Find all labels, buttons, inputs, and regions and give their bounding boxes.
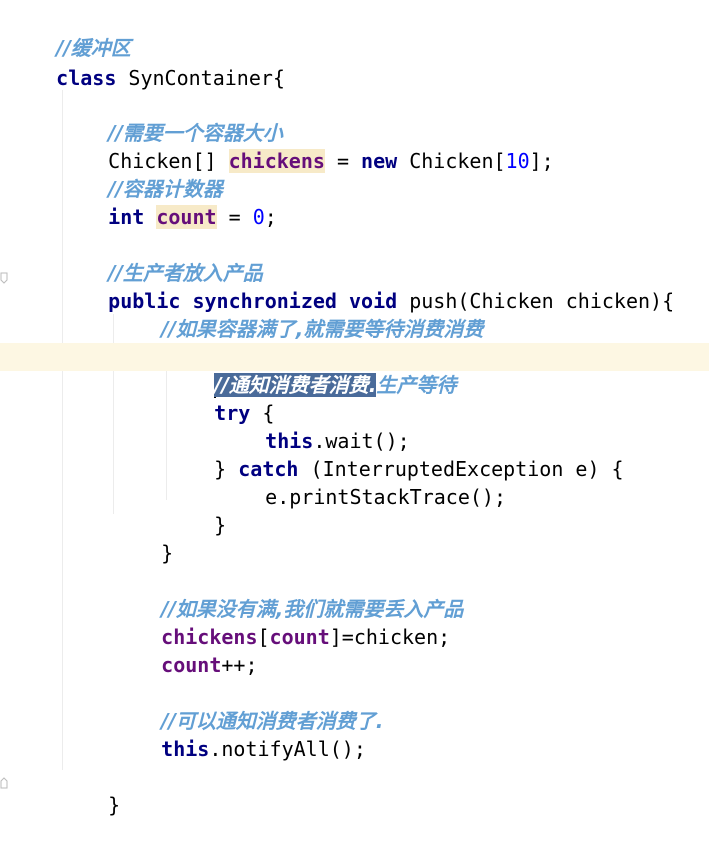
code-line[interactable]: class SynContainer{: [8, 36, 709, 90]
punctuation: ;: [264, 205, 277, 229]
current-code-line[interactable]: //通知消费者消费.生产等待: [0, 343, 709, 398]
code-line[interactable]: } catch (InterruptedException e) {: [166, 427, 709, 481]
code-line[interactable]: //如果没有满,我们就需要丢入产品: [113, 567, 709, 621]
code-line[interactable]: //容器计数器: [60, 147, 709, 201]
keyword-this: this: [161, 737, 210, 761]
code-line[interactable]: int count = 0;: [60, 175, 709, 229]
code-editor[interactable]: //缓冲区 class SynContainer{ //需要一个容器大小 Chi…: [0, 0, 709, 817]
operator: =: [216, 205, 253, 229]
class-name: SynContainer{: [116, 66, 285, 90]
field-count: count: [161, 653, 222, 677]
code-line[interactable]: Chicken[] chickens = new Chicken[10];: [60, 119, 709, 173]
code-line[interactable]: public synchronized void push(Chicken ch…: [60, 259, 709, 313]
code-line[interactable]: }: [113, 511, 709, 565]
code-line[interactable]: }: [166, 483, 709, 537]
code-line[interactable]: //生产者放入产品: [60, 231, 709, 285]
code-line[interactable]: //可以通知消费者消费了.: [113, 679, 709, 733]
operator: ++;: [221, 653, 258, 677]
fold-marker-icon[interactable]: [0, 265, 8, 284]
code-line[interactable]: this.notifyAll();: [113, 707, 709, 761]
method-call: .notifyAll();: [209, 737, 366, 761]
code-line[interactable]: //缓冲区: [8, 6, 709, 60]
code-line[interactable]: //如果容器满了,就需要等待消费消费: [113, 287, 709, 341]
code-line[interactable]: }: [60, 763, 709, 817]
code-line[interactable]: try {: [166, 371, 709, 425]
number-literal: 0: [252, 205, 265, 229]
fold-marker-icon[interactable]: [0, 770, 8, 789]
keyword-class: class: [56, 66, 117, 90]
punctuation: }: [108, 793, 121, 817]
field-count: count: [156, 205, 217, 229]
code-line[interactable]: this.wait();: [217, 399, 709, 453]
code-line[interactable]: e.printStackTrace();: [217, 455, 709, 509]
keyword-int: int: [108, 205, 145, 229]
code-line[interactable]: //需要一个容器大小: [60, 91, 709, 145]
code-line[interactable]: count++;: [113, 623, 709, 677]
code-line[interactable]: chickens[count]=chicken;: [113, 595, 709, 649]
punctuation: }: [161, 541, 174, 565]
code-line[interactable]: if (count==chickens.length){: [113, 315, 709, 369]
